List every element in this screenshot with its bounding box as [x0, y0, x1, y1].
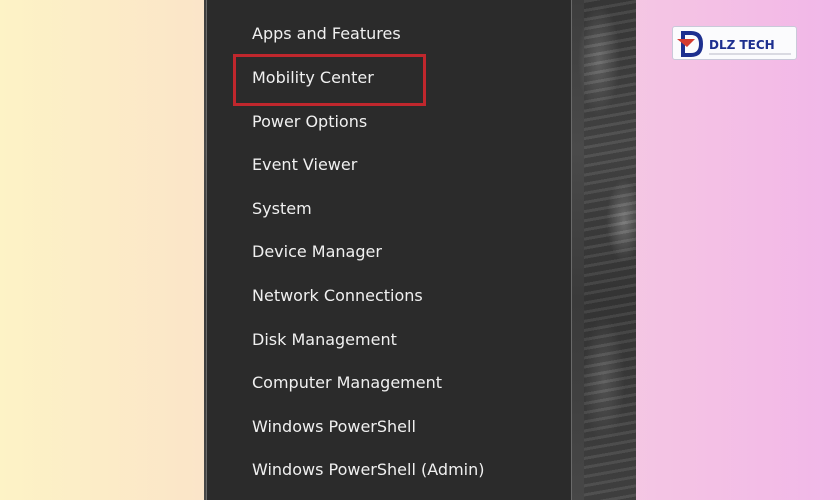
highlight-box-mobility-center — [233, 54, 426, 106]
menu-item-windows-powershell[interactable]: Windows PowerShell — [252, 412, 416, 442]
desktop-wallpaper — [584, 0, 636, 500]
menu-item-disk-management[interactable]: Disk Management — [252, 325, 397, 355]
menu-item-windows-powershell-admin[interactable]: Windows PowerShell (Admin) — [252, 455, 484, 485]
desktop-screenshot: Apps and Features Mobility Center Power … — [204, 0, 636, 500]
menu-item-device-manager[interactable]: Device Manager — [252, 237, 382, 267]
dlz-tech-logo-icon: DLZ TECH — [677, 31, 791, 57]
menu-item-event-viewer[interactable]: Event Viewer — [252, 150, 357, 180]
logo-text: DLZ TECH — [709, 38, 775, 52]
menu-item-network-connections[interactable]: Network Connections — [252, 281, 423, 311]
menu-item-system[interactable]: System — [252, 194, 312, 224]
menu-item-computer-management[interactable]: Computer Management — [252, 368, 442, 398]
menu-item-power-options[interactable]: Power Options — [252, 107, 367, 137]
menu-item-apps-and-features[interactable]: Apps and Features — [252, 19, 401, 49]
brand-logo: DLZ TECH — [672, 26, 797, 60]
